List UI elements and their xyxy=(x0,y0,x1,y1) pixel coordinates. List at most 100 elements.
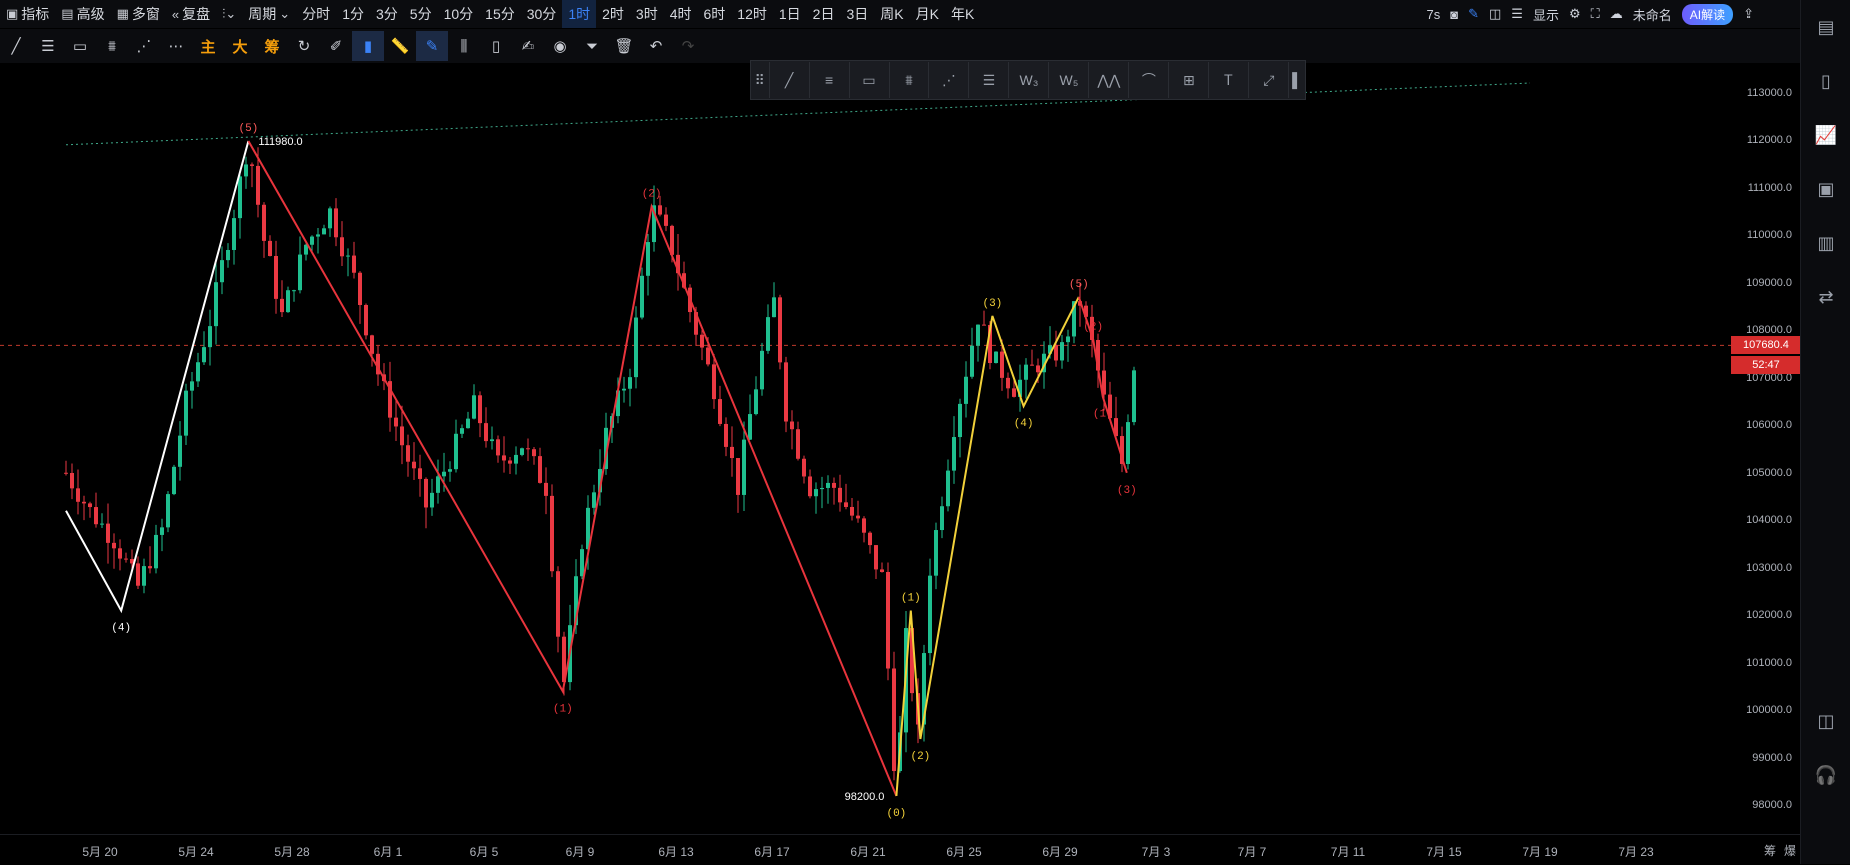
candle-body xyxy=(202,347,206,363)
collapse-icon[interactable]: ▌ xyxy=(1289,62,1305,98)
more-tools-icon[interactable]: ⋯ xyxy=(160,31,192,61)
fib-tool-icon[interactable]: ⋰ xyxy=(128,31,160,61)
price-channel-icon[interactable]: ⩩ xyxy=(890,62,930,98)
chart-icon[interactable]: 📈 xyxy=(1801,108,1850,162)
candle-body xyxy=(862,518,866,533)
timeframe-16[interactable]: 周K xyxy=(874,0,909,28)
timeframe-13[interactable]: 1日 xyxy=(773,0,807,28)
edit-icon[interactable]: ✍ xyxy=(512,31,544,61)
filter-icon[interactable]: ⏷ xyxy=(576,31,608,61)
layout-icon[interactable]: ◫ xyxy=(1801,694,1850,748)
timeframe-17[interactable]: 月K xyxy=(910,0,945,28)
chips-corner-label[interactable]: 筹 xyxy=(1764,842,1776,859)
timeframe-4[interactable]: 10分 xyxy=(438,0,480,28)
share-icon[interactable]: ⇪ xyxy=(1743,6,1754,22)
magnet-icon[interactable]: ◉ xyxy=(544,31,576,61)
candles-icon[interactable]: ⫼ xyxy=(448,31,480,61)
timeframe-3[interactable]: 5分 xyxy=(404,0,438,28)
redo-icon[interactable]: ↷ xyxy=(672,31,704,61)
etf-icon[interactable]: ▥ xyxy=(1801,216,1850,270)
timeframe-1[interactable]: 1分 xyxy=(336,0,370,28)
candle-type-icon: ⫶⌄ xyxy=(222,6,237,21)
candle-type-button[interactable]: ⫶⌄ xyxy=(216,0,242,28)
layout-icon[interactable]: ◫ xyxy=(1489,6,1501,22)
timeframe-10[interactable]: 4时 xyxy=(664,0,698,28)
advanced-button[interactable]: ▤ 高级 xyxy=(55,0,110,28)
add-box-icon[interactable]: ⊞ xyxy=(1169,62,1210,98)
timeframe-14[interactable]: 2日 xyxy=(807,0,841,28)
exchange-icon[interactable]: ⇄ xyxy=(1801,270,1850,324)
wave3-icon[interactable]: W₃ xyxy=(1009,62,1050,98)
replay-button[interactable]: «复盘 xyxy=(166,0,216,28)
brush-icon[interactable]: ✐ xyxy=(320,31,352,61)
chips-button[interactable]: 筹 xyxy=(256,31,288,61)
candle-body xyxy=(94,507,98,525)
timeframe-12[interactable]: 12时 xyxy=(731,0,773,28)
timeframe-15[interactable]: 3日 xyxy=(840,0,874,28)
burst-corner-label[interactable]: 爆 xyxy=(1784,842,1796,859)
timeframe-11[interactable]: 6时 xyxy=(698,0,732,28)
timeframe-5[interactable]: 15分 xyxy=(479,0,521,28)
x-tick: 6月 1 xyxy=(373,845,403,859)
draw-mode-icon[interactable]: ✎ xyxy=(416,31,448,61)
big-button[interactable]: 大 xyxy=(224,31,256,61)
main-chart-button[interactable]: 主 xyxy=(192,31,224,61)
price-chart[interactable]: (4) (5) (1) (2) (0) (1) (2) (3) (4) (5) (2) (1) (3) 1… xyxy=(0,64,1735,834)
ruler-icon[interactable]: 📏 xyxy=(384,31,416,61)
headset-icon[interactable]: 🎧 xyxy=(1801,748,1850,802)
layout-name-dropdown[interactable]: 未命名 xyxy=(1633,5,1672,24)
settings-icon[interactable]: ⚙ xyxy=(1569,6,1581,22)
list-icon[interactable]: ▤ xyxy=(1801,0,1850,54)
trash-icon[interactable]: 🗑 xyxy=(608,31,640,61)
timeframe-18[interactable]: 年K xyxy=(945,0,980,28)
timeframe-9[interactable]: 3时 xyxy=(630,0,664,28)
pattern-icon[interactable]: ⋀⋀ xyxy=(1089,62,1130,98)
hline-tool-icon[interactable]: ☰ xyxy=(32,31,64,61)
watchlist-icon[interactable]: ▯ xyxy=(1801,54,1850,108)
text-tool-icon[interactable]: Ꭲ xyxy=(1209,62,1250,98)
cycle-icon[interactable]: ⌒ xyxy=(1129,62,1170,98)
timeframe-7[interactable]: 1时 xyxy=(562,0,597,28)
line-tool-icon[interactable]: ╱ xyxy=(0,31,32,61)
candle-body xyxy=(748,414,752,440)
candle-body xyxy=(136,563,140,586)
period-dropdown[interactable]: 周期 ⌄ xyxy=(242,0,296,28)
pitchfork-icon[interactable]: ⋰ xyxy=(929,62,970,98)
timeframe-6[interactable]: 30分 xyxy=(521,0,563,28)
timeframe-8[interactable]: 2时 xyxy=(596,0,630,28)
sync-icon[interactable]: ↻ xyxy=(288,31,320,61)
fullscreen-icon[interactable]: ⛶ xyxy=(1591,6,1600,22)
measure-icon[interactable]: ⤢ xyxy=(1249,62,1290,98)
candle-body xyxy=(256,165,260,205)
floating-draw-toolbar: ⠿ ╱ ≡ ▭ ⩩ ⋰ ☰ W₃ W₅ ⋀⋀ ⌒ ⊞ Ꭲ ⤢ ▌ xyxy=(750,60,1306,100)
candle-body xyxy=(628,377,632,389)
rect-tool-icon[interactable]: ▭ xyxy=(64,31,96,61)
fib-retrace-icon[interactable]: ☰ xyxy=(969,62,1010,98)
multi-window-button[interactable]: ▦ 多窗 xyxy=(111,0,166,28)
clipboard-icon[interactable]: ▯ xyxy=(480,31,512,61)
rectangle-icon[interactable]: ▭ xyxy=(850,62,890,98)
candle-body xyxy=(478,395,482,424)
price-axis[interactable]: 113000.0 112000.0 111000.0 110000.0 109000.0… xyxy=(1735,64,1800,834)
display-button[interactable]: 显示 xyxy=(1533,5,1559,24)
monitor-icon[interactable]: ▣ xyxy=(1801,162,1850,216)
timeframe-2[interactable]: 3分 xyxy=(370,0,404,28)
menu-icon[interactable]: ☰ xyxy=(1511,6,1523,22)
indicator-icon: ▣ xyxy=(6,6,19,21)
pen-icon[interactable]: ✎ xyxy=(1468,6,1479,22)
timeframe-0[interactable]: 分时 xyxy=(296,0,336,28)
parallel-lines-icon[interactable]: ≡ xyxy=(810,62,850,98)
indicator-button[interactable]: ▣ 指标 xyxy=(0,0,55,28)
candle-body xyxy=(550,495,554,572)
trendline-icon[interactable]: ╱ xyxy=(770,62,810,98)
undo-icon[interactable]: ↶ xyxy=(640,31,672,61)
ai-button[interactable]: AI解读 xyxy=(1681,3,1734,25)
drag-handle-icon[interactable]: ⠿ xyxy=(751,62,770,98)
camera-icon[interactable]: ◙ xyxy=(1450,7,1458,22)
candle-body xyxy=(1024,364,1028,380)
channel-tool-icon[interactable]: ⩩ xyxy=(96,31,128,61)
wave5-icon[interactable]: W₅ xyxy=(1049,62,1090,98)
bookmark-icon[interactable]: ▮ xyxy=(352,31,384,61)
y-tick: 111000.0 xyxy=(1747,181,1792,194)
time-axis[interactable]: 5月 20 5月 24 5月 28 6月 1 6月 5 6月 9 6月 13 6月 17 6月 … xyxy=(0,834,1800,865)
